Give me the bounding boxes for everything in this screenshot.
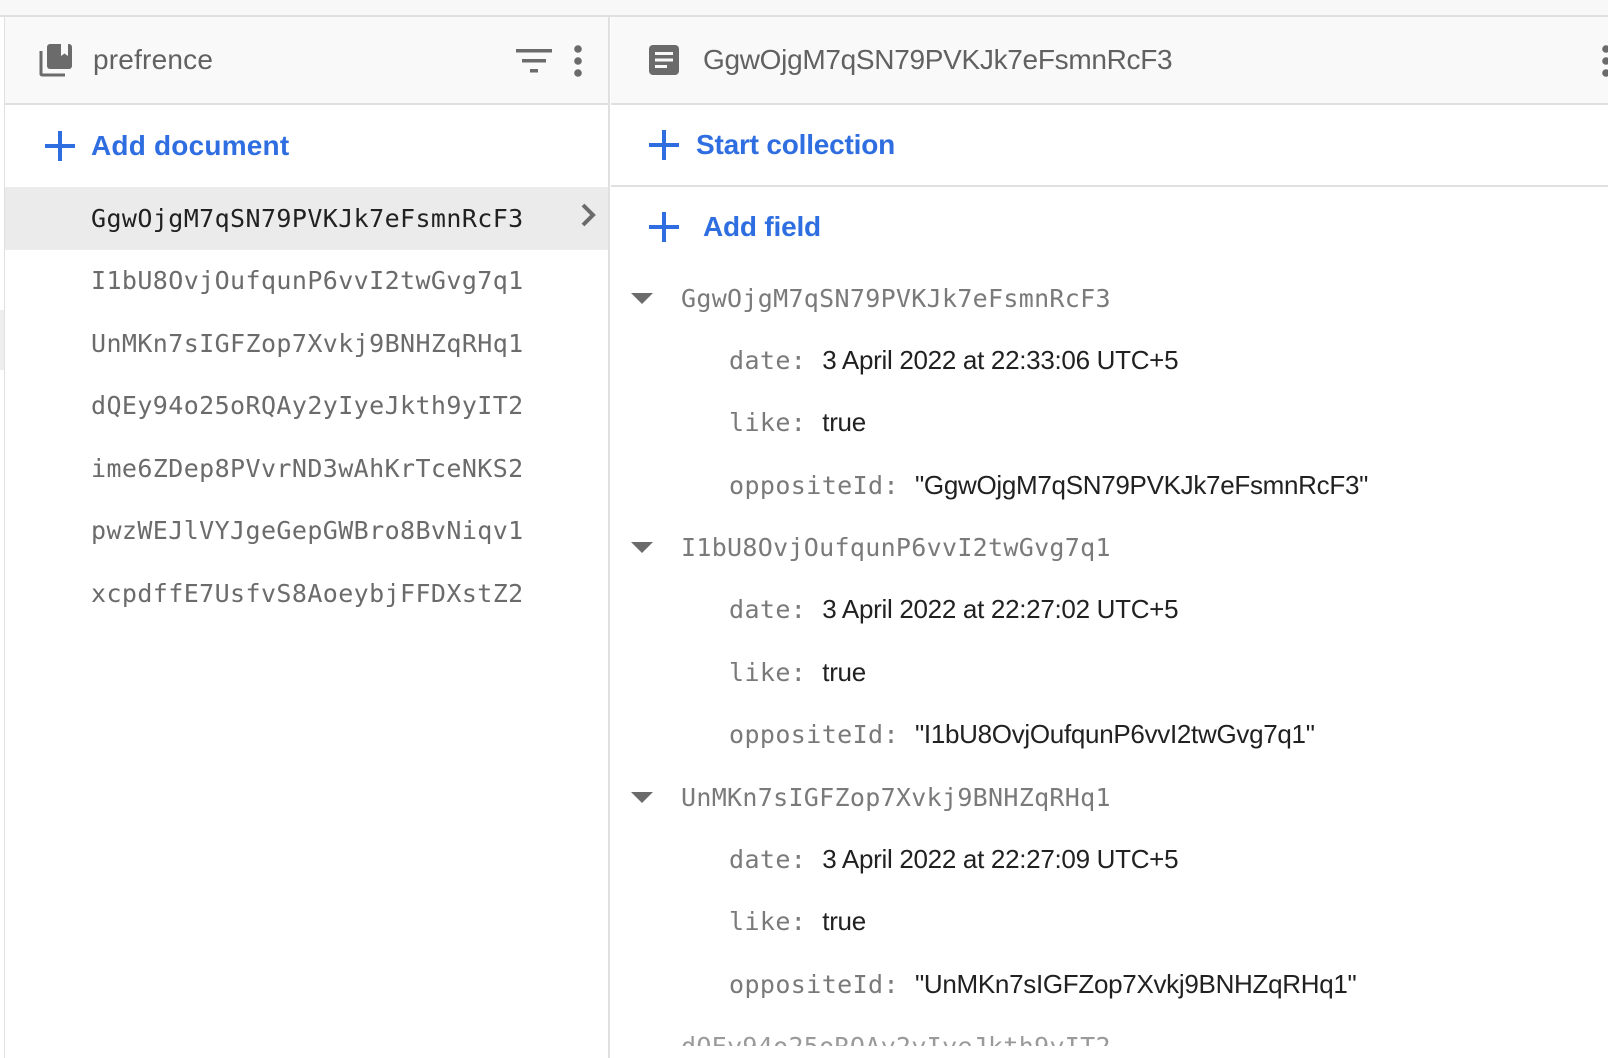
map-field-header[interactable]: UnMKn7sIGFZop7Xvkj9BNHZqRHq1 <box>611 766 1608 828</box>
document-id: UnMKn7sIGFZop7Xvkj9BNHZqRHq1 <box>91 328 524 358</box>
caret-down-icon[interactable] <box>631 791 653 803</box>
caret-down-icon[interactable] <box>631 292 653 304</box>
document-title: GgwOjgM7qSN79PVKJk7eFsmnRcF3 <box>703 44 1173 75</box>
map-field-key: UnMKn7sIGFZop7Xvkj9BNHZqRHq1 <box>681 782 1111 812</box>
field-row[interactable]: oppositeId: "I1bU8OvjOufqunP6vvI2twGvg7q… <box>611 704 1608 767</box>
add-field-button[interactable]: Add field <box>611 187 1608 267</box>
field-row[interactable]: like: true <box>611 392 1608 455</box>
document-id: dQEy94o25oRQAy2yIyeJkth9yIT2 <box>91 391 524 421</box>
collection-header: prefrence <box>5 17 608 105</box>
field-row[interactable]: like: true <box>611 641 1608 704</box>
document-id: xcpdffE7UsfvS8AoeybjFFDXstZ2 <box>91 578 524 608</box>
collection-bookmark-icon <box>39 43 73 77</box>
start-collection-label: Start collection <box>696 129 896 160</box>
field-value: true <box>822 906 866 937</box>
start-collection-button[interactable]: Start collection <box>611 105 1608 187</box>
field-value: "I1bU8OvjOufqunP6vvI2twGvg7q1" <box>914 719 1315 750</box>
field-value: "UnMKn7sIGFZop7Xvkj9BNHZqRHq1" <box>914 968 1357 999</box>
left-edge-highlight <box>0 310 4 370</box>
plus-icon <box>649 130 679 160</box>
field-value: 3 April 2022 at 22:27:02 UTC+5 <box>822 594 1179 625</box>
document-list-item[interactable]: pwzWEJlVYJgeGepGWBro8BvNiqv1 <box>5 500 608 563</box>
document-list-item[interactable]: xcpdffE7UsfvS8AoeybjFFDXstZ2 <box>5 562 608 625</box>
map-field-header[interactable]: GgwOjgM7qSN79PVKJk7eFsmnRcF3 <box>611 267 1608 329</box>
field-name: oppositeId: <box>729 969 899 999</box>
field-row[interactable]: date: 3 April 2022 at 22:27:09 UTC+5 <box>611 828 1608 891</box>
field-name: oppositeId: <box>729 470 899 500</box>
field-row[interactable]: like: true <box>611 891 1608 954</box>
document-id: GgwOjgM7qSN79PVKJk7eFsmnRcF3 <box>91 203 524 233</box>
field-row[interactable]: date: 3 April 2022 at 22:33:06 UTC+5 <box>611 329 1608 392</box>
plus-icon <box>45 131 75 161</box>
collection-title: prefrence <box>93 44 214 75</box>
document-list-item[interactable]: UnMKn7sIGFZop7Xvkj9BNHZqRHq1 <box>5 312 608 375</box>
field-value: 3 April 2022 at 22:27:09 UTC+5 <box>822 843 1179 874</box>
field-name: date: <box>729 844 807 874</box>
filter-list-icon[interactable] <box>516 49 552 73</box>
map-field-key: dQEy94o25oRQAy2yIyeJkth9yIT2 <box>631 1032 1111 1046</box>
caret-down-icon[interactable] <box>631 542 653 553</box>
map-field-header[interactable]: I1bU8OvjOufqunP6vvI2twGvg7q1 <box>611 517 1608 579</box>
field-value: true <box>822 656 866 687</box>
document-list-item[interactable]: I1bU8OvjOufqunP6vvI2twGvg7q1 <box>5 250 608 313</box>
top-strip <box>0 0 1608 17</box>
document-panel: GgwOjgM7qSN79PVKJk7eFsmnRcF3 Start colle… <box>611 17 1608 1058</box>
chevron-right-icon <box>580 203 596 233</box>
field-name: like: <box>729 657 807 687</box>
map-field-key: GgwOjgM7qSN79PVKJk7eFsmnRcF3 <box>681 283 1111 313</box>
add-field-label: Add field <box>703 211 821 242</box>
document-icon <box>647 43 681 77</box>
document-id: I1bU8OvjOufqunP6vvI2twGvg7q1 <box>91 266 524 296</box>
map-field-header[interactable]: dQEy94o25oRQAy2yIyeJkth9yIT2 <box>611 1016 1608 1046</box>
document-id: pwzWEJlVYJgeGepGWBro8BvNiqv1 <box>91 516 524 546</box>
field-row[interactable]: oppositeId: "GgwOjgM7qSN79PVKJk7eFsmnRcF… <box>611 454 1608 517</box>
field-name: date: <box>729 345 807 375</box>
collection-panel: prefrence Add document GgwOjgM7qSN79PVKJ… <box>5 17 610 1058</box>
field-name: oppositeId: <box>729 720 899 750</box>
more-vert-icon[interactable] <box>1602 45 1608 77</box>
field-tree: GgwOjgM7qSN79PVKJk7eFsmnRcF3 date: 3 Apr… <box>611 267 1608 1046</box>
document-list-item[interactable]: dQEy94o25oRQAy2yIyeJkth9yIT2 <box>5 375 608 438</box>
field-row[interactable]: date: 3 April 2022 at 22:27:02 UTC+5 <box>611 579 1608 642</box>
map-field: GgwOjgM7qSN79PVKJk7eFsmnRcF3 date: 3 Apr… <box>611 267 1608 517</box>
field-name: like: <box>729 907 807 937</box>
add-document-button[interactable]: Add document <box>5 105 608 187</box>
field-name: date: <box>729 595 807 625</box>
add-document-label: Add document <box>91 130 290 161</box>
map-field-key: I1bU8OvjOufqunP6vvI2twGvg7q1 <box>681 533 1111 562</box>
field-name: like: <box>729 408 807 438</box>
field-value: "GgwOjgM7qSN79PVKJk7eFsmnRcF3" <box>914 469 1369 500</box>
document-id: ime6ZDep8PVvrND3wAhKrTceNKS2 <box>91 453 524 483</box>
document-list: GgwOjgM7qSN79PVKJk7eFsmnRcF3 I1bU8OvjOuf… <box>5 187 608 625</box>
more-vert-icon[interactable] <box>574 45 582 77</box>
map-field: UnMKn7sIGFZop7Xvkj9BNHZqRHq1 date: 3 Apr… <box>611 766 1608 1016</box>
field-value: true <box>822 407 866 438</box>
map-field: I1bU8OvjOufqunP6vvI2twGvg7q1 date: 3 Apr… <box>611 517 1608 767</box>
plus-icon <box>649 212 679 242</box>
document-list-item[interactable]: ime6ZDep8PVvrND3wAhKrTceNKS2 <box>5 437 608 500</box>
field-row[interactable]: oppositeId: "UnMKn7sIGFZop7Xvkj9BNHZqRHq… <box>611 953 1608 1016</box>
document-list-item[interactable]: GgwOjgM7qSN79PVKJk7eFsmnRcF3 <box>5 187 608 250</box>
field-value: 3 April 2022 at 22:33:06 UTC+5 <box>822 344 1179 375</box>
document-header: GgwOjgM7qSN79PVKJk7eFsmnRcF3 <box>611 17 1608 105</box>
